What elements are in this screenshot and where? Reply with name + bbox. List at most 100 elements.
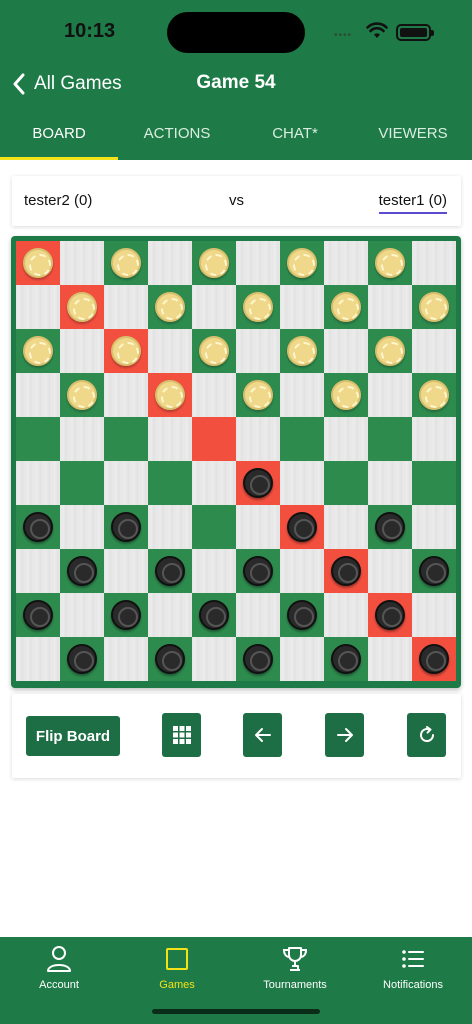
- board-square[interactable]: [60, 549, 104, 593]
- board-square[interactable]: [236, 329, 280, 373]
- board-square[interactable]: [16, 637, 60, 681]
- board-square[interactable]: [280, 417, 324, 461]
- board-square[interactable]: [16, 593, 60, 637]
- tab-chat[interactable]: CHAT*: [236, 110, 354, 160]
- dark-checker-piece[interactable]: [67, 556, 97, 586]
- board-square[interactable]: [104, 241, 148, 285]
- light-checker-piece[interactable]: [23, 336, 53, 366]
- light-checker-piece[interactable]: [111, 336, 141, 366]
- dark-checker-piece[interactable]: [287, 600, 317, 630]
- board-square[interactable]: [280, 329, 324, 373]
- board-square[interactable]: [324, 593, 368, 637]
- light-checker-piece[interactable]: [419, 292, 449, 322]
- board-square[interactable]: [412, 373, 456, 417]
- board-square[interactable]: [280, 285, 324, 329]
- light-checker-piece[interactable]: [23, 248, 53, 278]
- dark-checker-piece[interactable]: [23, 512, 53, 542]
- board-square[interactable]: [324, 329, 368, 373]
- board-square[interactable]: [148, 285, 192, 329]
- board-square[interactable]: [148, 241, 192, 285]
- board-square[interactable]: [368, 417, 412, 461]
- board-square[interactable]: [368, 593, 412, 637]
- dark-checker-piece[interactable]: [419, 556, 449, 586]
- board-square[interactable]: [60, 417, 104, 461]
- board-square[interactable]: [16, 417, 60, 461]
- dark-checker-piece[interactable]: [375, 512, 405, 542]
- back-button[interactable]: All Games: [12, 70, 122, 98]
- dark-checker-piece[interactable]: [287, 512, 317, 542]
- board-square[interactable]: [104, 593, 148, 637]
- dark-checker-piece[interactable]: [243, 468, 273, 498]
- board-square[interactable]: [60, 373, 104, 417]
- board-square[interactable]: [236, 417, 280, 461]
- board-square[interactable]: [16, 461, 60, 505]
- board-square[interactable]: [280, 593, 324, 637]
- nav-account[interactable]: Account: [0, 937, 118, 1024]
- board-square[interactable]: [104, 373, 148, 417]
- board-square[interactable]: [192, 505, 236, 549]
- light-checker-piece[interactable]: [419, 380, 449, 410]
- board-square[interactable]: [412, 593, 456, 637]
- board-square[interactable]: [192, 329, 236, 373]
- board-square[interactable]: [236, 593, 280, 637]
- board-square[interactable]: [412, 505, 456, 549]
- dark-checker-piece[interactable]: [419, 644, 449, 674]
- light-checker-piece[interactable]: [67, 292, 97, 322]
- board-square[interactable]: [324, 373, 368, 417]
- board-square[interactable]: [412, 637, 456, 681]
- refresh-button[interactable]: [407, 713, 446, 757]
- board-square[interactable]: [324, 505, 368, 549]
- board-square[interactable]: [60, 505, 104, 549]
- light-checker-piece[interactable]: [287, 248, 317, 278]
- board-square[interactable]: [412, 549, 456, 593]
- board-square[interactable]: [280, 637, 324, 681]
- board-square[interactable]: [60, 329, 104, 373]
- board-square[interactable]: [148, 637, 192, 681]
- board-square[interactable]: [236, 549, 280, 593]
- board-square[interactable]: [104, 329, 148, 373]
- dark-checker-piece[interactable]: [331, 644, 361, 674]
- light-checker-piece[interactable]: [111, 248, 141, 278]
- dark-checker-piece[interactable]: [243, 644, 273, 674]
- board-square[interactable]: [412, 241, 456, 285]
- board-square[interactable]: [60, 637, 104, 681]
- board-square[interactable]: [236, 505, 280, 549]
- board-square[interactable]: [368, 285, 412, 329]
- board-square[interactable]: [192, 549, 236, 593]
- board-square[interactable]: [236, 373, 280, 417]
- board-square[interactable]: [148, 549, 192, 593]
- light-checker-piece[interactable]: [331, 380, 361, 410]
- board-square[interactable]: [192, 285, 236, 329]
- dark-checker-piece[interactable]: [111, 600, 141, 630]
- board-square[interactable]: [104, 637, 148, 681]
- grid-button[interactable]: [162, 713, 201, 757]
- board-square[interactable]: [280, 505, 324, 549]
- board-square[interactable]: [236, 285, 280, 329]
- next-move-button[interactable]: [325, 713, 364, 757]
- light-checker-piece[interactable]: [199, 336, 229, 366]
- board-square[interactable]: [324, 637, 368, 681]
- light-checker-piece[interactable]: [375, 336, 405, 366]
- board-square[interactable]: [192, 241, 236, 285]
- board-square[interactable]: [16, 241, 60, 285]
- board-square[interactable]: [368, 329, 412, 373]
- light-checker-piece[interactable]: [287, 336, 317, 366]
- board-square[interactable]: [280, 241, 324, 285]
- board-square[interactable]: [60, 593, 104, 637]
- board-square[interactable]: [412, 285, 456, 329]
- light-checker-piece[interactable]: [155, 292, 185, 322]
- checkers-board[interactable]: [16, 241, 456, 681]
- board-square[interactable]: [148, 461, 192, 505]
- board-square[interactable]: [192, 417, 236, 461]
- board-square[interactable]: [16, 549, 60, 593]
- board-square[interactable]: [412, 461, 456, 505]
- board-square[interactable]: [16, 285, 60, 329]
- board-square[interactable]: [148, 593, 192, 637]
- board-square[interactable]: [148, 329, 192, 373]
- board-square[interactable]: [104, 549, 148, 593]
- dark-checker-piece[interactable]: [243, 556, 273, 586]
- light-checker-piece[interactable]: [375, 248, 405, 278]
- dark-checker-piece[interactable]: [23, 600, 53, 630]
- board-square[interactable]: [104, 417, 148, 461]
- tab-actions[interactable]: ACTIONS: [118, 110, 236, 160]
